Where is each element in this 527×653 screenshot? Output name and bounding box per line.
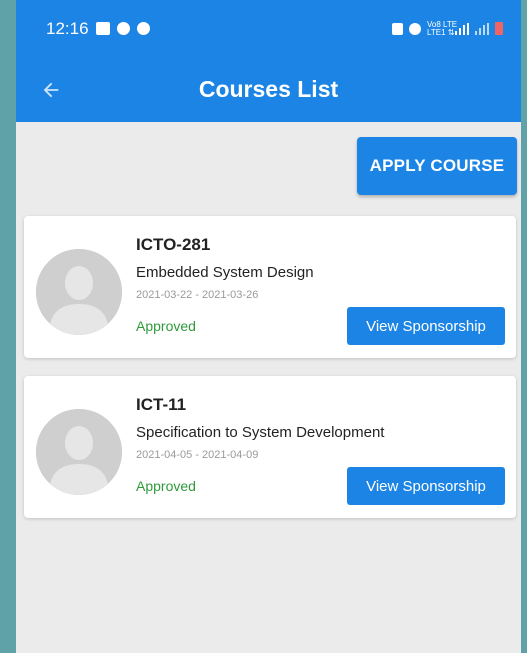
at-icon	[116, 22, 130, 35]
signal-icon	[455, 22, 469, 35]
lock-icon	[392, 22, 403, 35]
signal-icon	[475, 22, 489, 35]
facebook-icon	[136, 22, 150, 35]
course-name: Specification to System Development	[136, 424, 385, 441]
app-toolbar: Courses List	[16, 57, 521, 122]
status-badge: Approved	[136, 318, 196, 334]
status-bar-left: 12:16	[46, 19, 150, 39]
volte-icon: Vo8 LTE LTE1 ⇅	[427, 19, 458, 37]
arrow-left-icon	[43, 82, 59, 98]
course-name: Embedded System Design	[136, 264, 314, 281]
course-code: ICTO-281	[136, 235, 211, 254]
course-code: ICT-11	[136, 395, 187, 414]
page-title: Courses List	[198, 76, 339, 102]
status-time: 12:16	[46, 18, 89, 38]
battery-icon	[495, 22, 503, 35]
status-bar: 12:16 Vo8 LTE LTE1 ⇅	[16, 0, 521, 57]
view-sponsorship-button[interactable]: View Sponsorship	[347, 307, 505, 345]
status-badge: Approved	[136, 478, 196, 494]
apply-course-button[interactable]: APPLY COURSE	[357, 137, 517, 195]
person-placeholder-icon	[36, 409, 122, 495]
back-button[interactable]	[38, 77, 64, 103]
course-card: ICT-11 Specification to System Developme…	[24, 376, 516, 518]
avatar	[36, 409, 122, 495]
alarm-icon	[409, 22, 421, 35]
phone-screen: 12:16 Vo8 LTE LTE1 ⇅ Courses List APPLY …	[16, 0, 521, 653]
course-dates: 2021-04-05 - 2021-04-09	[136, 449, 259, 461]
course-card: ICTO-281 Embedded System Design 2021-03-…	[24, 216, 516, 358]
view-sponsorship-button[interactable]: View Sponsorship	[347, 467, 505, 505]
person-placeholder-icon	[36, 249, 122, 335]
course-dates: 2021-03-22 - 2021-03-26	[136, 289, 259, 301]
avatar	[36, 249, 122, 335]
image-icon	[95, 22, 110, 35]
status-bar-right: Vo8 LTE LTE1 ⇅	[392, 19, 503, 37]
